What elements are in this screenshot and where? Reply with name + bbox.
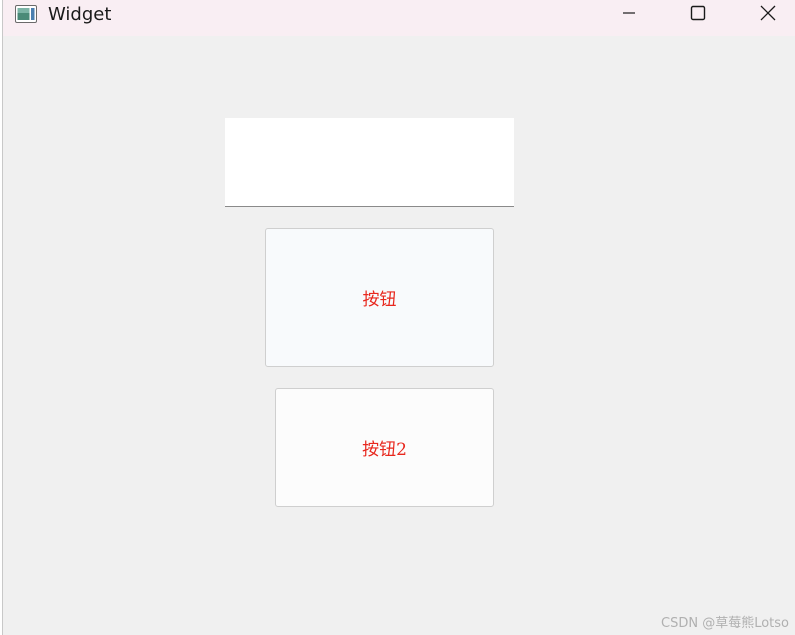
watermark: CSDN @草莓熊Lotso: [661, 616, 789, 631]
minimize-icon: [621, 5, 637, 25]
maximize-button[interactable]: [675, 0, 721, 30]
text-input[interactable]: [225, 118, 514, 207]
button-2-label: 按钮2: [362, 440, 407, 460]
window-title: Widget: [48, 4, 112, 25]
button-1[interactable]: 按钮: [265, 228, 494, 367]
close-icon: [760, 5, 776, 25]
title-bar[interactable]: Widget: [3, 0, 795, 36]
app-window-icon: [15, 5, 37, 23]
button-2[interactable]: 按钮2: [275, 388, 494, 507]
close-button[interactable]: [745, 0, 791, 30]
maximize-icon: [690, 5, 706, 25]
app-window: Widget 按钮 按钮2 CSDN @草莓熊Lotso: [2, 0, 795, 635]
button-1-label: 按钮: [362, 290, 397, 310]
minimize-button[interactable]: [606, 0, 652, 30]
